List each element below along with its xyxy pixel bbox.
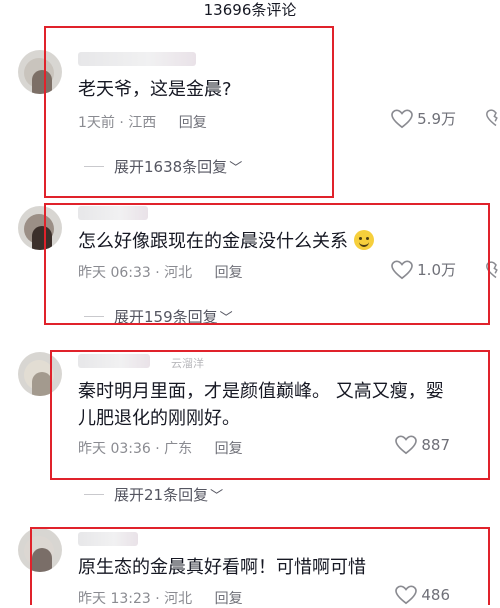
chevron-down-icon: ﹀ bbox=[210, 489, 224, 504]
like-button[interactable]: 1.0万 bbox=[391, 259, 456, 280]
comment-meta: 昨天 06:33 · 河北 回复 bbox=[78, 265, 243, 281]
like-count: 887 bbox=[421, 436, 450, 454]
comment-text-line: 秦时明月里面，才是颜值巅峰。 又高又瘦，婴 bbox=[78, 381, 444, 402]
username[interactable]: 云溜洋 bbox=[78, 354, 204, 370]
expand-replies-button[interactable]: 展开159条回复 ﹀ bbox=[84, 306, 233, 327]
expand-replies-label: 展开21条回复 bbox=[114, 486, 209, 504]
expand-replies-button[interactable]: 展开1638条回复 ﹀ bbox=[84, 156, 242, 177]
comment-text-line: 儿肥退化的刚刚好。 bbox=[78, 408, 240, 429]
like-button[interactable]: 5.9万 bbox=[391, 108, 456, 129]
comment-text-content: 怎么好像跟现在的金晨没什么关系 bbox=[78, 231, 348, 252]
comment-location: 河北 bbox=[164, 265, 193, 281]
broken-heart-icon[interactable] bbox=[486, 108, 500, 128]
heart-icon bbox=[395, 435, 418, 455]
comment-meta: 1天前 · 江西 回复 bbox=[78, 115, 207, 131]
comment-text: 原生态的金晨真好看啊！可惜啊可惜 bbox=[78, 557, 366, 578]
avatar[interactable] bbox=[18, 528, 62, 572]
comment-location: 江西 bbox=[128, 115, 157, 131]
avatar[interactable] bbox=[18, 352, 62, 396]
comment-time: 1天前 bbox=[78, 115, 115, 131]
reply-button[interactable]: 回复 bbox=[215, 441, 243, 457]
like-count: 5.9万 bbox=[417, 110, 456, 128]
avatar[interactable] bbox=[18, 206, 62, 250]
chevron-down-icon: ﹀ bbox=[229, 161, 243, 176]
comment-text: 老天爷，这是金晨? bbox=[78, 79, 232, 100]
comment-meta: 昨天 13:23 · 河北 回复 bbox=[78, 591, 243, 607]
comment-time: 昨天 03:36 bbox=[78, 441, 151, 457]
heart-icon bbox=[391, 109, 413, 128]
broken-heart-icon[interactable] bbox=[486, 260, 500, 280]
username-tail: 云溜洋 bbox=[171, 357, 204, 370]
like-count: 1.0万 bbox=[417, 261, 456, 279]
username[interactable] bbox=[78, 52, 196, 66]
chevron-down-icon: ﹀ bbox=[219, 311, 233, 326]
heart-icon bbox=[395, 585, 418, 605]
comment-text: 秦时明月里面，才是颜值巅峰。 又高又瘦，婴 儿肥退化的刚刚好。 bbox=[78, 378, 488, 432]
username[interactable] bbox=[78, 206, 148, 220]
comment-text: 怎么好像跟现在的金晨没什么关系 bbox=[78, 228, 374, 255]
comment-count-title: 13696条评论 bbox=[203, 1, 297, 19]
avatar[interactable] bbox=[18, 50, 62, 94]
expand-replies-button[interactable]: 展开21条回复 ﹀ bbox=[84, 484, 223, 505]
like-button[interactable]: 486 bbox=[395, 585, 450, 605]
smile-emoji-icon bbox=[353, 230, 374, 250]
like-button[interactable]: 887 bbox=[395, 435, 450, 455]
comment-meta: 昨天 03:36 · 广东 回复 bbox=[78, 441, 243, 457]
expand-replies-label: 展开1638条回复 bbox=[114, 158, 228, 176]
reply-button[interactable]: 回复 bbox=[215, 265, 243, 281]
heart-icon bbox=[391, 260, 413, 279]
comment-location: 广东 bbox=[164, 441, 193, 457]
expand-replies-label: 展开159条回复 bbox=[114, 308, 218, 326]
like-count: 486 bbox=[421, 586, 450, 604]
comment-time: 昨天 06:33 bbox=[78, 265, 151, 281]
reply-button[interactable]: 回复 bbox=[179, 115, 207, 131]
username[interactable] bbox=[78, 532, 138, 546]
